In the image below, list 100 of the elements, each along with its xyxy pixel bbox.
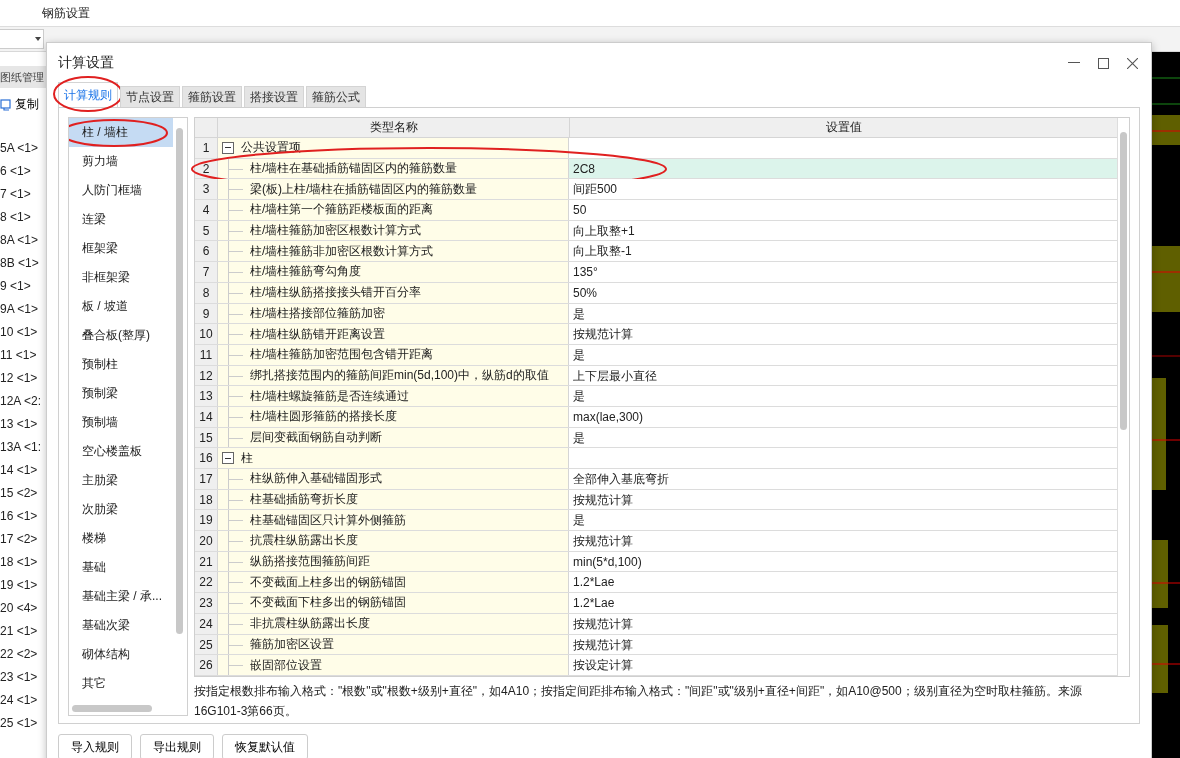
- category-item[interactable]: 砌体结构: [69, 640, 173, 669]
- table-row[interactable]: 11 柱/墙柱箍筋加密范围包含错开距离 是: [195, 344, 1117, 366]
- floor-item[interactable]: 9 <1>: [0, 275, 46, 298]
- table-row[interactable]: 8 柱/墙柱纵筋搭接接头错开百分率 50%: [195, 282, 1117, 304]
- tab[interactable]: 计算规则: [58, 82, 118, 107]
- category-item[interactable]: 楼梯: [69, 524, 173, 553]
- collapse-icon[interactable]: [222, 141, 234, 154]
- column-header[interactable]: 设置值: [570, 118, 1117, 137]
- table-row[interactable]: 15 层间变截面钢筋自动判断 是: [195, 427, 1117, 449]
- tab[interactable]: 节点设置: [120, 86, 180, 107]
- table-row[interactable]: 21 纵筋搭接范围箍筋间距 min(5*d,100): [195, 551, 1117, 573]
- floor-item[interactable]: 9A <1>: [0, 298, 46, 321]
- table-row[interactable]: 17 柱纵筋伸入基础锚固形式 全部伸入基底弯折: [195, 469, 1117, 490]
- table-row[interactable]: 12 绑扎搭接范围内的箍筋间距min(5d,100)中，纵筋d的取值 上下层最小直径: [195, 365, 1117, 387]
- table-row[interactable]: 19 柱基础锚固区只计算外侧箍筋 是: [195, 510, 1117, 532]
- table-row[interactable]: 9 柱/墙柱搭接部位箍筋加密 是: [195, 303, 1117, 325]
- floor-item[interactable]: 19 <1>: [0, 574, 46, 597]
- category-item[interactable]: 预制梁: [69, 379, 173, 408]
- category-item[interactable]: 预制墙: [69, 408, 173, 437]
- category-item[interactable]: 其它: [69, 669, 173, 698]
- floor-item[interactable]: 14 <1>: [0, 459, 46, 482]
- floor-item[interactable]: 8A <1>: [0, 229, 46, 252]
- tab[interactable]: 箍筋设置: [182, 86, 242, 107]
- floor-item[interactable]: 18 <1>: [0, 551, 46, 574]
- action-button[interactable]: 恢复默认值: [222, 734, 308, 758]
- scrollbar[interactable]: [72, 705, 152, 712]
- table-row[interactable]: 2 柱/墙柱在基础插筋锚固区内的箍筋数量 2C8: [195, 158, 1117, 180]
- row-number: 13: [195, 386, 218, 406]
- tab[interactable]: 搭接设置: [244, 86, 304, 107]
- table-row[interactable]: 23 不变截面下柱多出的钢筋锚固 1.2*Lae: [195, 593, 1117, 614]
- row-number: 16: [195, 448, 218, 468]
- category-item[interactable]: 次肋梁: [69, 495, 173, 524]
- floor-item[interactable]: 11 <1>: [0, 344, 46, 367]
- table-row[interactable]: 6 柱/墙柱箍筋非加密区根数计算方式 向上取整-1: [195, 241, 1117, 263]
- floor-item[interactable]: 25 <1>: [0, 712, 46, 735]
- table-row[interactable]: 4 柱/墙柱第一个箍筋距楼板面的距离 50: [195, 200, 1117, 221]
- tree-line: [228, 613, 245, 634]
- category-item[interactable]: 剪力墙: [69, 147, 173, 176]
- table-row[interactable]: 3 梁(板)上柱/墙柱在插筋锚固区内的箍筋数量 间距500: [195, 179, 1117, 201]
- table-row[interactable]: 26 嵌固部位设置 按设定计算: [195, 655, 1117, 676]
- column-header[interactable]: 类型名称: [218, 118, 570, 137]
- floor-item[interactable]: 6 <1>: [0, 160, 46, 183]
- table-row[interactable]: 7 柱/墙柱箍筋弯勾角度 135°: [195, 262, 1117, 283]
- floor-item[interactable]: 15 <2>: [0, 482, 46, 505]
- scrollbar[interactable]: [176, 128, 183, 634]
- copy-button[interactable]: 复制: [0, 92, 40, 113]
- category-item[interactable]: 基础: [69, 553, 173, 582]
- table-row[interactable]: 22 不变截面上柱多出的钢筋锚固 1.2*Lae: [195, 572, 1117, 594]
- floor-item[interactable]: 12 <1>: [0, 367, 46, 390]
- floor-item[interactable]: 17 <2>: [0, 528, 46, 551]
- table-row[interactable]: 25 箍筋加密区设置 按规范计算: [195, 634, 1117, 656]
- category-item[interactable]: 框架梁: [69, 234, 173, 263]
- category-item[interactable]: 非框架梁: [69, 263, 173, 292]
- panel-tab[interactable]: 图纸管理: [0, 66, 46, 88]
- category-item[interactable]: 基础次梁: [69, 611, 173, 640]
- floor-item[interactable]: 21 <1>: [0, 620, 46, 643]
- table-cell: 柱/墙柱搭接部位箍筋加密: [250, 304, 386, 322]
- category-item[interactable]: 空心楼盖板: [69, 437, 173, 466]
- floor-item[interactable]: 23 <1>: [0, 666, 46, 689]
- table-row[interactable]: 10 柱/墙柱纵筋错开距离设置 按规范计算: [195, 324, 1117, 345]
- floor-item[interactable]: 24 <1>: [0, 689, 46, 712]
- maximize-icon[interactable]: [1098, 57, 1109, 69]
- floor-item[interactable]: 8 <1>: [0, 206, 46, 229]
- table-cell: 梁(板)上柱/墙柱在插筋锚固区内的箍筋数量: [250, 180, 478, 198]
- table-row[interactable]: 18 柱基础插筋弯折长度 按规范计算: [195, 489, 1117, 511]
- floor-item[interactable]: 7 <1>: [0, 183, 46, 206]
- minimize-icon[interactable]: [1068, 62, 1080, 64]
- table-cell: 抗震柱纵筋露出长度: [250, 532, 358, 550]
- category-item[interactable]: 主肋梁: [69, 466, 173, 495]
- table-cell: 纵筋搭接范围箍筋间距: [250, 553, 370, 571]
- action-button[interactable]: 导出规则: [140, 734, 214, 758]
- table-row[interactable]: 5 柱/墙柱箍筋加密区根数计算方式 向上取整+1: [195, 220, 1117, 242]
- tree-line: [228, 572, 245, 593]
- table-row[interactable]: 13 柱/墙柱螺旋箍筋是否连续通过 是: [195, 386, 1117, 407]
- tab[interactable]: 箍筋公式: [306, 86, 366, 107]
- floor-item[interactable]: 20 <4>: [0, 597, 46, 620]
- floor-item[interactable]: 22 <2>: [0, 643, 46, 666]
- collapse-icon[interactable]: [222, 452, 234, 465]
- category-item[interactable]: 板 / 坡道: [69, 292, 173, 321]
- action-button[interactable]: 导入规则: [58, 734, 132, 758]
- close-icon[interactable]: [1127, 57, 1138, 69]
- table-cell: 柱/墙柱在基础插筋锚固区内的箍筋数量: [250, 160, 458, 178]
- category-item[interactable]: 叠合板(整厚): [69, 321, 173, 350]
- floor-item[interactable]: 10 <1>: [0, 321, 46, 344]
- category-item[interactable]: 连梁: [69, 205, 173, 234]
- category-item[interactable]: 人防门框墙: [69, 176, 173, 205]
- floor-item[interactable]: 13 <1>: [0, 413, 46, 436]
- floor-item[interactable]: 8B <1>: [0, 252, 46, 275]
- category-item[interactable]: 基础主梁 / 承...: [69, 582, 173, 611]
- floor-item[interactable]: 5A <1>: [0, 137, 46, 160]
- scrollbar[interactable]: [1120, 132, 1127, 430]
- table-row[interactable]: 20 抗震柱纵筋露出长度 按规范计算: [195, 531, 1117, 552]
- floor-item[interactable]: 16 <1>: [0, 505, 46, 528]
- table-cell: 柱/墙柱箍筋加密范围包含错开距离: [250, 346, 434, 364]
- category-item[interactable]: 预制柱: [69, 350, 173, 379]
- dialog-title: 计算设置: [58, 54, 114, 72]
- floor-item[interactable]: 13A <1:: [0, 436, 46, 459]
- table-row[interactable]: 24 非抗震柱纵筋露出长度 按规范计算: [195, 613, 1117, 635]
- table-row[interactable]: 14 柱/墙柱圆形箍筋的搭接长度 max(lae,300): [195, 406, 1117, 428]
- floor-item[interactable]: 12A <2:: [0, 390, 46, 413]
